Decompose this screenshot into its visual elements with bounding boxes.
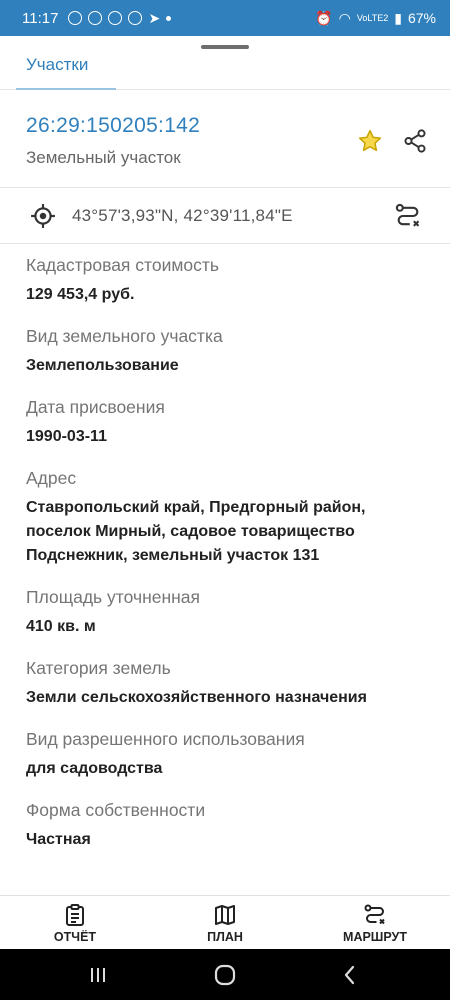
- report-icon: [66, 904, 84, 926]
- field-value[interactable]: Частная: [26, 828, 424, 852]
- coordinates-text[interactable]: 43°57'3,93"N, 42°39'11,84"E: [72, 206, 293, 226]
- back-icon[interactable]: [336, 961, 364, 989]
- status-time: 11:17: [22, 9, 59, 27]
- field-label: Дата присвоения: [26, 397, 165, 417]
- notification-dot-icon: [166, 15, 172, 21]
- status-right: ⏰ ◠ VoLTE2 ▮ 67%: [315, 10, 436, 27]
- coordinates-row: 43°57'3,93"N, 42°39'11,84"E: [0, 188, 450, 244]
- status-left: 11:17 ➤: [22, 9, 172, 27]
- nav-route-button[interactable]: МАРШРУТ: [320, 896, 430, 950]
- star-icon[interactable]: [357, 128, 383, 154]
- network-type: VoLTE2: [356, 12, 389, 23]
- telegram-icon: ➤: [148, 9, 161, 26]
- bottom-navigation: ОТЧЁТ ПЛАН МАРШРУТ: [0, 895, 450, 949]
- parcel-fields: Кадастровая стоимость 129 453,4 руб. Вид з…: [0, 244, 450, 852]
- info-field: Кадастровая стоимость 129 453,4 руб.: [26, 254, 424, 307]
- info-field: Вид земельного участка Землепользование: [26, 325, 424, 378]
- cadastral-number[interactable]: 26:29:150205:142: [26, 114, 200, 138]
- map-icon: [215, 905, 235, 925]
- whatsapp-icon: [128, 11, 143, 25]
- field-label: Форма собственности: [26, 800, 206, 820]
- field-label: Площадь уточненная: [26, 587, 201, 607]
- nav-route-label: МАРШРУТ: [343, 930, 407, 944]
- whatsapp-icon: [108, 11, 123, 25]
- field-label: Адрес: [26, 468, 77, 488]
- field-label: Кадастровая стоимость: [26, 255, 219, 275]
- status-bar: 11:17 ➤ ⏰ ◠ VoLTE2 ▮ 67%: [0, 0, 450, 36]
- info-field: Площадь уточненная 410 кв. м: [26, 586, 424, 639]
- route-icon[interactable]: [394, 202, 422, 230]
- wifi-icon: ◠: [338, 9, 351, 26]
- field-label: Вид земельного участка: [26, 326, 223, 346]
- parcel-header: 26:29:150205:142 Земельный участок: [0, 90, 450, 188]
- tab-bar: Участки: [0, 50, 450, 90]
- info-field: Адрес Ставропольский край, Предгорный рай…: [26, 467, 424, 568]
- target-icon[interactable]: [30, 203, 56, 229]
- route-icon: [364, 904, 385, 925]
- field-value[interactable]: Землепользование: [26, 354, 424, 378]
- object-type: Земельный участок: [26, 148, 181, 167]
- field-value[interactable]: для садоводства: [26, 757, 424, 781]
- nav-plan-button[interactable]: ПЛАН: [170, 896, 280, 950]
- nav-plan-label: ПЛАН: [207, 930, 243, 944]
- tab-parcels[interactable]: Участки: [26, 55, 88, 75]
- sheet-handle-row[interactable]: [0, 36, 450, 50]
- info-field: Дата присвоения 1990-03-11: [26, 396, 424, 449]
- nav-report-label: ОТЧЁТ: [53, 930, 97, 944]
- info-field: Вид разрешенного использования для садово…: [26, 728, 424, 781]
- field-label: Вид разрешенного использования: [26, 729, 305, 749]
- alarm-icon: ⏰: [315, 9, 333, 26]
- field-value[interactable]: 129 453,4 руб.: [26, 283, 424, 307]
- home-icon[interactable]: [211, 961, 239, 989]
- drag-handle[interactable]: [201, 45, 249, 49]
- field-label: Категория земель: [26, 658, 171, 678]
- info-field: Категория земель Земли сельскохозяйственн…: [26, 657, 424, 710]
- share-icon[interactable]: [402, 128, 428, 154]
- field-value[interactable]: 410 кв. м: [26, 615, 424, 639]
- field-value[interactable]: 1990-03-11: [26, 425, 424, 449]
- info-field: Форма собственности Частная: [26, 799, 424, 852]
- signal-icon: ▮: [394, 9, 402, 26]
- system-navigation-bar: [0, 949, 450, 1000]
- field-value[interactable]: Земли сельскохозяйственного назначения: [26, 686, 424, 710]
- battery-level: 67%: [407, 10, 436, 26]
- nav-report-button[interactable]: ОТЧЁТ: [20, 896, 130, 950]
- whatsapp-icon: [88, 11, 103, 25]
- field-value[interactable]: Ставропольский край, Предгорный район, п…: [26, 496, 424, 568]
- recent-apps-icon[interactable]: [84, 961, 112, 989]
- message-icon: [68, 11, 83, 25]
